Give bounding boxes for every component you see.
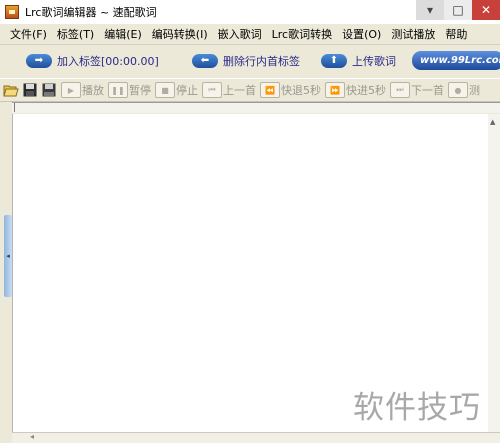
scroll-up-icon[interactable]: ▲ (490, 118, 495, 126)
menu-encoding[interactable]: 编码转换(I) (147, 26, 213, 42)
delete-tag-label: 删除行内首标签 (223, 55, 300, 68)
play-icon: ▶ (61, 82, 81, 98)
menu-tag[interactable]: 标签(T) (52, 26, 99, 42)
stop-icon: ■ (155, 82, 175, 98)
open-folder-icon[interactable] (3, 82, 19, 98)
menu-test-play[interactable]: 测试播放 (386, 26, 440, 42)
app-icon (5, 5, 19, 19)
stop-label: 停止 (176, 84, 198, 97)
rewind-label: 快退5秒 (281, 84, 321, 97)
fast-forward-icon: ⏩ (325, 82, 345, 98)
add-tag-label: 加入标签[00:00.00] (57, 55, 159, 68)
next-label: 下一首 (411, 84, 444, 97)
upload-button[interactable]: ⬆ 上传歌词 (321, 51, 396, 71)
prev-label: 上一首 (223, 84, 256, 97)
menu-settings[interactable]: 设置(O) (337, 26, 386, 42)
menu-help[interactable]: 帮助 (440, 26, 472, 42)
arrow-right-icon: ➡ (26, 54, 52, 68)
maximize-button[interactable]: □ (444, 0, 472, 20)
save-icon[interactable] (22, 82, 38, 98)
arrow-left-icon: ⬅ (192, 54, 218, 68)
menu-bar: 文件(F) 标签(T) 编辑(E) 编码转换(I) 嵌入歌词 Lrc歌词转换 设… (0, 24, 500, 45)
play-label: 播放 (82, 84, 104, 97)
test-label: 测 (469, 84, 480, 97)
side-panel-toggle[interactable]: ◂ (4, 215, 12, 297)
arrow-up-icon: ⬆ (321, 54, 347, 68)
test-button[interactable]: ● 测 (448, 82, 480, 98)
menu-edit[interactable]: 编辑(E) (99, 26, 147, 42)
title-bar: Lrc歌词编辑器 ~ 速配歌词 ▾ □ ✕ (0, 0, 500, 24)
menu-embed-lyrics[interactable]: 嵌入歌词 (213, 26, 267, 42)
stop-button[interactable]: ■ 停止 (155, 82, 198, 98)
forward-label: 快进5秒 (346, 84, 386, 97)
menu-file[interactable]: 文件(F) (0, 26, 52, 42)
next-button[interactable]: ⏭ 下一首 (390, 82, 444, 98)
minimize-button[interactable]: ▾ (416, 0, 444, 20)
next-track-icon: ⏭ (390, 82, 410, 98)
delete-tag-button[interactable]: ⬅ 删除行内首标签 (192, 51, 300, 71)
pause-button[interactable]: ❚❚ 暂停 (108, 82, 151, 98)
pause-icon: ❚❚ (108, 82, 128, 98)
play-button[interactable]: ▶ 播放 (61, 82, 104, 98)
menu-lrc-convert[interactable]: Lrc歌词转换 (267, 26, 337, 42)
prev-track-icon: ⏮ (202, 82, 222, 98)
rewind-icon: ⏪ (260, 82, 280, 98)
window-title: Lrc歌词编辑器 ~ 速配歌词 (25, 6, 157, 19)
save-as-icon[interactable] (41, 82, 57, 98)
horizontal-scrollbar[interactable]: ◂ (12, 432, 500, 443)
player-toolbar: ▶ 播放 ❚❚ 暂停 ■ 停止 ⏮ 上一首 ⏪ 快退5秒 ⏩ 快进5秒 ⏭ 下一首 ● 测 (0, 78, 500, 102)
scroll-left-icon[interactable]: ◂ (30, 432, 34, 441)
watermark: 软件技巧 (353, 382, 481, 427)
ruler (12, 102, 500, 113)
website-link[interactable]: www.99Lrc.com (412, 51, 500, 70)
prev-button[interactable]: ⏮ 上一首 (202, 82, 256, 98)
test-icon: ● (448, 82, 468, 98)
forward-button[interactable]: ⏩ 快进5秒 (325, 82, 386, 98)
close-button[interactable]: ✕ (472, 0, 500, 20)
upload-label: 上传歌词 (352, 55, 396, 68)
pause-label: 暂停 (129, 84, 151, 97)
add-tag-button[interactable]: ➡ 加入标签[00:00.00] (26, 51, 159, 71)
rewind-button[interactable]: ⏪ 快退5秒 (260, 82, 321, 98)
vertical-scrollbar[interactable]: ▲ (488, 114, 500, 432)
